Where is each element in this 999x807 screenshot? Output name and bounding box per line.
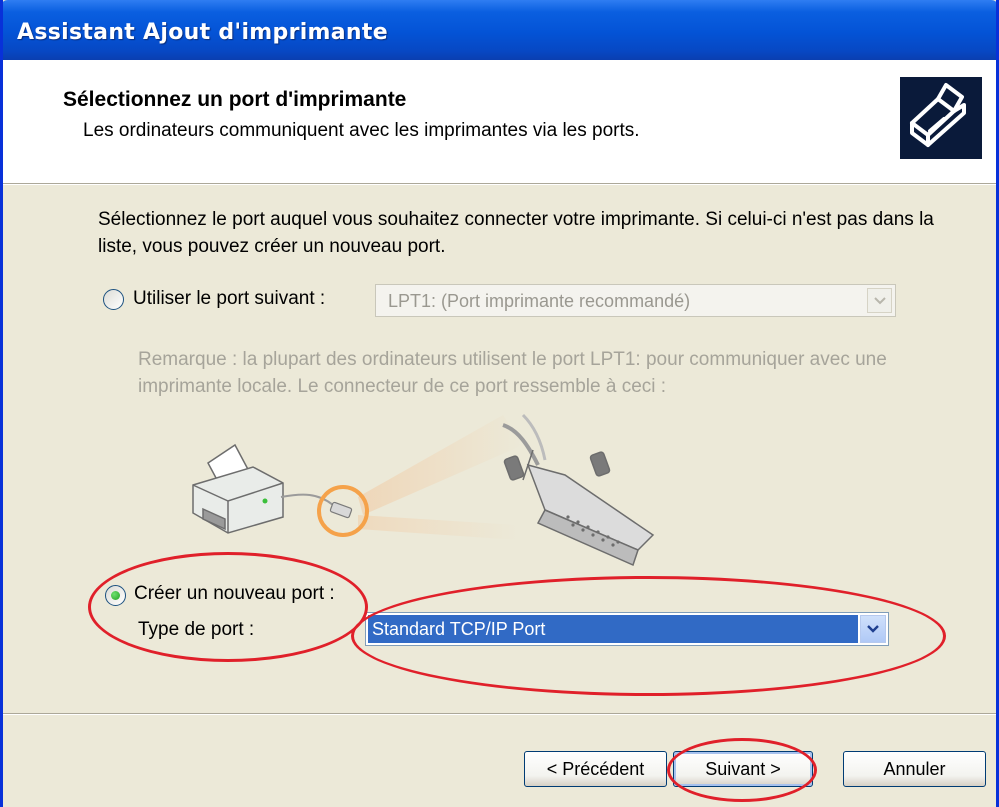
- port-type-value: Standard TCP/IP Port: [368, 615, 858, 643]
- lpt-note-text: Remarque : la plupart des ordinateurs ut…: [138, 349, 887, 397]
- radio-selected-dot: [111, 591, 120, 600]
- printer-lpt-connector-illustration: [173, 405, 673, 575]
- header-subtitle: Les ordinateurs communiquent avec les im…: [83, 120, 640, 141]
- header-divider: [3, 184, 996, 185]
- next-button[interactable]: Suivant >: [673, 751, 813, 787]
- port-type-label: Type de port :: [138, 619, 255, 640]
- title-bar[interactable]: Assistant Ajout d'imprimante: [3, 0, 996, 60]
- use-port-radio[interactable]: [103, 289, 124, 310]
- add-printer-wizard-window: Assistant Ajout d'imprimante Sélectionne…: [0, 0, 999, 807]
- chevron-down-icon[interactable]: [860, 615, 886, 643]
- port-select-disabled[interactable]: LPT1: (Port imprimante recommandé): [375, 284, 896, 317]
- wizard-header: Sélectionnez un port d'imprimante Les or…: [3, 60, 996, 184]
- create-port-label[interactable]: Créer un nouveau port :: [134, 583, 335, 605]
- back-button[interactable]: < Précédent: [524, 751, 667, 787]
- port-select-value: LPT1: (Port imprimante recommandé): [388, 291, 691, 311]
- use-port-label[interactable]: Utiliser le port suivant :: [133, 288, 325, 310]
- intro-text: Sélectionnez le port auquel vous souhait…: [98, 209, 934, 257]
- printer-wizard-icon: [900, 77, 982, 159]
- header-title: Sélectionnez un port d'imprimante: [63, 88, 407, 111]
- create-port-radio[interactable]: [105, 585, 126, 606]
- cancel-button[interactable]: Annuler: [843, 751, 986, 787]
- footer-divider-highlight: [3, 714, 996, 715]
- chevron-down-icon[interactable]: [867, 288, 892, 313]
- port-type-select[interactable]: Standard TCP/IP Port: [365, 612, 889, 646]
- window-title: Assistant Ajout d'imprimante: [17, 20, 388, 45]
